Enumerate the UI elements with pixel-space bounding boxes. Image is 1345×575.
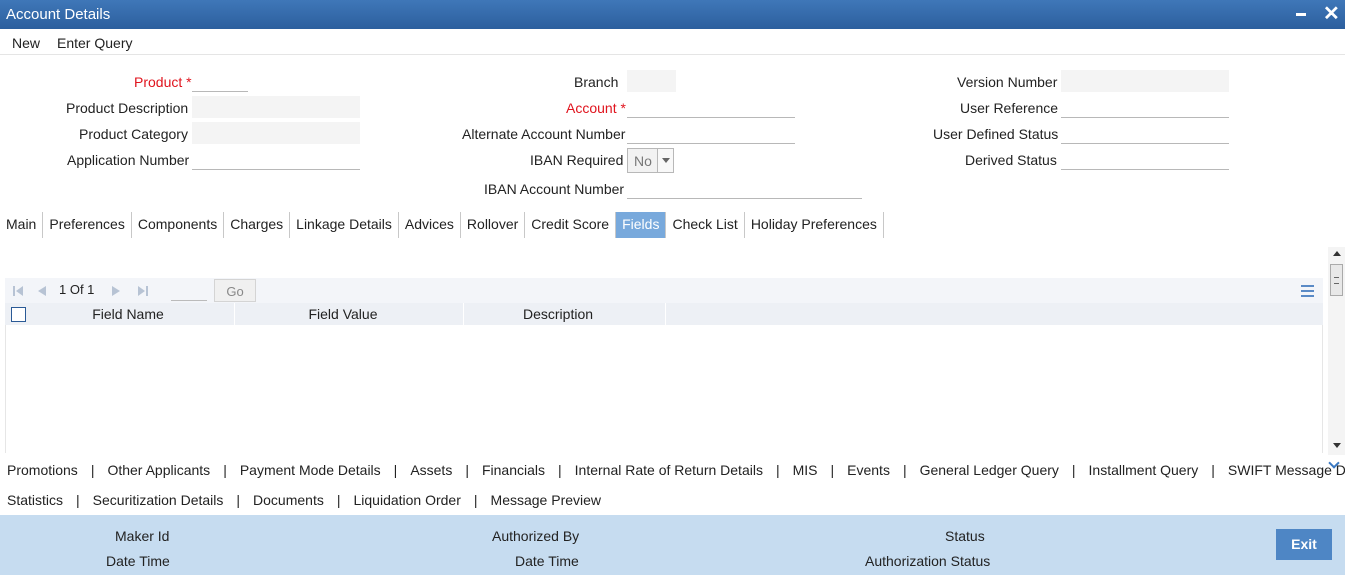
grid-header: Field Name Field Value Description (5, 303, 1323, 325)
user-reference-field[interactable] (1061, 96, 1229, 118)
column-description[interactable]: Description (501, 306, 615, 322)
column-list-icon[interactable] (1301, 285, 1314, 297)
last-page-icon[interactable] (138, 286, 148, 296)
vertical-scrollbar[interactable] (1328, 247, 1345, 455)
iban-account-number-label: IBAN Account Number (484, 181, 625, 197)
branch-field (627, 70, 676, 92)
first-page-icon[interactable] (13, 286, 23, 296)
link-statistics[interactable]: Statistics (7, 492, 63, 508)
derived-status-field[interactable] (1061, 148, 1229, 170)
link-financials[interactable]: Financials (482, 462, 545, 478)
user-reference-label: User Reference (960, 100, 1059, 116)
scroll-thumb[interactable] (1330, 264, 1343, 296)
product-field[interactable] (192, 70, 248, 92)
link-securitization-details[interactable]: Securitization Details (93, 492, 224, 508)
tab-credit-score[interactable]: Credit Score (525, 212, 617, 238)
link-liquidation-order[interactable]: Liquidation Order (353, 492, 460, 508)
link-installment-query[interactable]: Installment Query (1089, 462, 1199, 478)
minimize-icon[interactable] (1296, 13, 1306, 16)
tab-charges[interactable]: Charges (224, 212, 291, 238)
authorized-by-label: Authorized By (492, 528, 580, 544)
link-documents[interactable]: Documents (253, 492, 324, 508)
product-description-label: Product Description (66, 100, 189, 116)
link-promotions[interactable]: Promotions (7, 462, 78, 478)
close-icon[interactable]: ✕ (1323, 3, 1340, 25)
link-message-preview[interactable]: Message Preview (491, 492, 602, 508)
tab-advices[interactable]: Advices (399, 212, 461, 238)
column-field-name[interactable]: Field Name (65, 306, 191, 322)
window-title: Account Details (6, 6, 111, 23)
link-swift-message-details[interactable]: SWIFT Message Details (1228, 462, 1345, 478)
iban-required-value: No (634, 153, 652, 169)
chevron-down-icon[interactable] (657, 149, 673, 172)
product-label: Product * (134, 74, 192, 90)
product-category-label: Product Category (79, 126, 188, 142)
link-general-ledger-query[interactable]: General Ledger Query (920, 462, 1059, 478)
tab-preferences[interactable]: Preferences (43, 212, 132, 238)
grid-toolbar: 1 Of 1 Go (5, 278, 1323, 303)
select-all-checkbox[interactable] (11, 307, 26, 322)
menu-new[interactable]: New (12, 35, 40, 51)
window-titlebar: Account Details ✕ (0, 0, 1345, 29)
tab-rollover[interactable]: Rollover (461, 212, 526, 238)
maker-date-time-label: Date Time (106, 553, 170, 569)
link-internal-rate-of-return-details[interactable]: Internal Rate of Return Details (575, 462, 763, 478)
menu-bar: New Enter Query (0, 29, 1345, 55)
page-info: 1 Of 1 (59, 282, 95, 297)
iban-account-number-field[interactable] (627, 177, 862, 199)
link-mis[interactable]: MIS (793, 462, 818, 478)
branch-label: Branch (574, 74, 619, 90)
scroll-up-icon[interactable] (1333, 251, 1341, 256)
application-number-field[interactable] (192, 148, 360, 170)
column-field-value[interactable]: Field Value (285, 306, 401, 322)
link-other-applicants[interactable]: Other Applicants (107, 462, 210, 478)
iban-required-select[interactable]: No (627, 148, 674, 173)
go-button[interactable]: Go (214, 279, 256, 302)
tab-linkage-details[interactable]: Linkage Details (290, 212, 399, 238)
version-number-label: Version Number (957, 74, 1058, 90)
tab-fields[interactable]: Fields (616, 212, 667, 238)
account-label: Account * (566, 100, 626, 116)
application-number-label: Application Number (67, 152, 190, 168)
checker-date-time-label: Date Time (515, 553, 579, 569)
account-field[interactable] (627, 96, 795, 118)
product-description-field (192, 96, 360, 118)
product-category-field (192, 122, 360, 144)
link-payment-mode-details[interactable]: Payment Mode Details (240, 462, 381, 478)
scroll-down-icon[interactable] (1333, 443, 1341, 448)
version-number-field (1061, 70, 1229, 92)
derived-status-label: Derived Status (965, 152, 1057, 168)
authorization-status-label: Authorization Status (865, 553, 991, 569)
tab-bar: Main Preferences Components Charges Link… (0, 212, 884, 238)
maker-id-label: Maker Id (115, 528, 170, 544)
iban-required-label: IBAN Required (530, 152, 624, 168)
audit-footer: Maker Id Date Time Authorized By Date Ti… (0, 515, 1345, 575)
page-number-input[interactable] (171, 281, 207, 301)
subsystem-links: Promotions | Other Applicants | Payment Mo… (0, 453, 1345, 515)
alternate-account-number-label: Alternate Account Number (462, 126, 626, 142)
next-page-icon[interactable] (112, 286, 120, 296)
user-defined-status-field[interactable] (1061, 122, 1229, 144)
alternate-account-number-field[interactable] (627, 122, 795, 144)
tab-main[interactable]: Main (0, 212, 44, 238)
exit-button[interactable]: Exit (1276, 529, 1332, 560)
user-defined-status-label: User Defined Status (933, 126, 1059, 142)
tab-components[interactable]: Components (132, 212, 225, 238)
menu-enter-query[interactable]: Enter Query (57, 35, 132, 51)
link-events[interactable]: Events (847, 462, 890, 478)
status-label: Status (945, 528, 985, 544)
previous-page-icon[interactable] (38, 286, 46, 296)
link-assets[interactable]: Assets (410, 462, 452, 478)
tab-check-list[interactable]: Check List (666, 212, 745, 238)
grid-body (5, 325, 1323, 453)
tab-holiday-preferences[interactable]: Holiday Preferences (745, 212, 884, 238)
